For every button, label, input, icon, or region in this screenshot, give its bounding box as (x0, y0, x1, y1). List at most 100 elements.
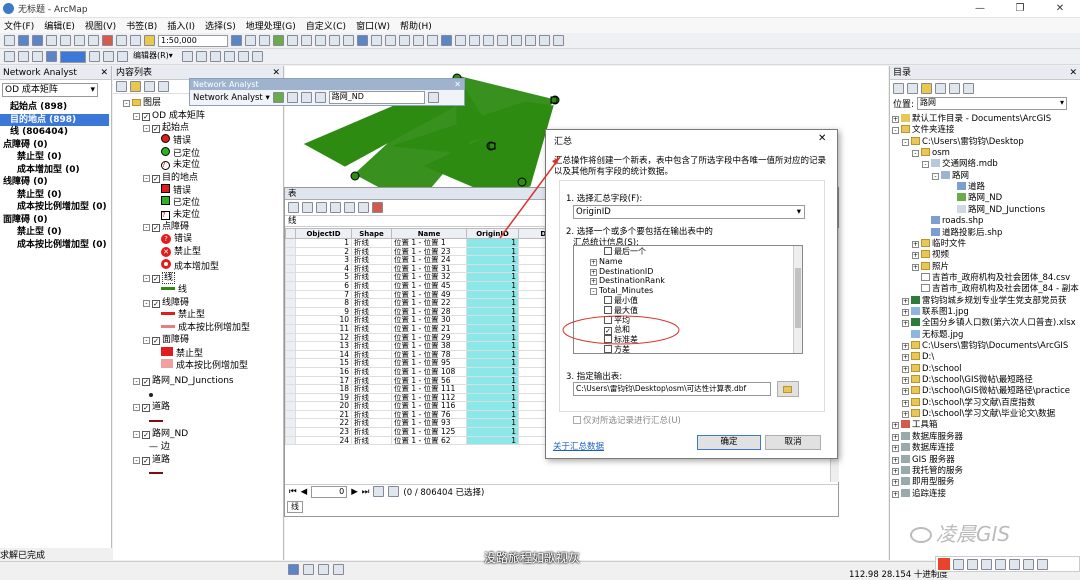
statistic-item[interactable]: - Total_Minutes (590, 286, 653, 296)
statistic-checkbox[interactable] (604, 296, 612, 304)
switch-selection-icon[interactable] (330, 202, 341, 213)
toc-layer-item[interactable]: - 图层 (123, 97, 161, 109)
na-class-item[interactable]: 线 (806404) (0, 126, 111, 139)
network-dataset-combo[interactable]: 路网_ND (328, 91, 425, 104)
prev-record-icon[interactable]: ◀ (301, 487, 308, 497)
expand-toggle-icon[interactable]: + (902, 388, 909, 396)
identify-icon[interactable] (455, 35, 466, 46)
record-number-input[interactable]: 0 (311, 485, 348, 498)
menu-item[interactable]: 地理处理(G) (246, 19, 296, 32)
data-view-icon[interactable] (288, 564, 299, 575)
catalog-item[interactable]: 路网_ND (948, 193, 1002, 204)
menu-item[interactable]: 编辑(E) (44, 19, 75, 32)
copy-icon[interactable] (74, 35, 85, 46)
sketch-tool-icon[interactable] (196, 51, 207, 62)
catalog-forward-icon[interactable] (907, 82, 918, 94)
catalog-item[interactable]: - osm (912, 148, 950, 159)
layer-visibility-checkbox[interactable]: ✓ (152, 125, 160, 133)
expand-toggle-icon[interactable]: + (892, 445, 899, 453)
column-header[interactable]: Shape (351, 228, 392, 239)
row-selector[interactable] (285, 255, 296, 265)
na-class-item[interactable]: 禁止型 (0) (0, 151, 111, 164)
catalog-item[interactable]: + 照片 (912, 261, 949, 273)
end-point-arc-icon[interactable] (224, 51, 235, 62)
layer-visibility-checkbox[interactable]: ✓ (142, 113, 150, 121)
toc-legend-item[interactable]: ? 未定位 (161, 159, 200, 171)
catalog-item[interactable]: + 数据库服务器 (892, 431, 963, 443)
ime-punct-icon[interactable] (967, 558, 978, 570)
catalog-item[interactable]: - 交通网络.mdb (922, 159, 998, 170)
catalog-item[interactable]: + 工具箱 (892, 420, 938, 431)
catalog-item[interactable]: + 追踪连接 (892, 488, 946, 500)
row-selector[interactable] (285, 349, 296, 360)
delete-icon[interactable] (102, 35, 113, 46)
catalog-item[interactable]: + 默认工作目录 - Documents\ArcGIS (892, 114, 1051, 125)
expand-toggle-icon[interactable]: - (133, 378, 140, 385)
next-record-icon[interactable]: ▶ (351, 487, 358, 497)
table-icon[interactable] (245, 35, 256, 46)
statistic-item[interactable]: + DestinationRank (590, 276, 665, 286)
row-selector[interactable] (285, 315, 296, 325)
full-extent-icon[interactable] (357, 35, 368, 46)
layout-view-icon[interactable] (303, 564, 314, 575)
zoom-to-selected-icon[interactable] (358, 202, 369, 213)
statistic-item[interactable]: 标准差 (604, 335, 638, 344)
row-selector[interactable] (285, 332, 296, 343)
row-selector[interactable] (285, 306, 296, 317)
na-class-item[interactable]: 目的地点 (898) (0, 113, 109, 126)
redo-icon[interactable] (130, 35, 141, 46)
row-selector[interactable] (285, 401, 296, 411)
statistic-item[interactable]: + Name (590, 257, 623, 266)
statistic-item[interactable]: 最后一个 (604, 247, 646, 256)
row-selector-header[interactable] (285, 228, 296, 239)
na-class-item[interactable]: 成本增加型 (0) (0, 164, 111, 177)
toc-layer-item[interactable]: — 边 (149, 441, 170, 453)
new-icon[interactable] (4, 35, 15, 46)
row-selector[interactable] (285, 289, 296, 300)
ime-mode-icon[interactable] (953, 558, 964, 570)
catalog-item[interactable]: + GIS 服务器 (892, 454, 955, 466)
arrow-tool-icon[interactable] (89, 51, 100, 62)
arctoolbox-icon[interactable] (273, 35, 284, 46)
html-popup-icon[interactable] (469, 35, 480, 46)
ime-emoji-icon[interactable] (981, 558, 992, 570)
row-selector[interactable] (285, 409, 296, 420)
expand-toggle-icon[interactable]: - (143, 300, 150, 307)
location-combo[interactable]: 路网 ▾ (917, 97, 1068, 110)
pan-icon[interactable] (343, 35, 354, 46)
catalog-item[interactable]: + 雷钧钧城乡规划专业学生党支部党员获 (902, 295, 1067, 307)
dialog-close-icon[interactable]: ✕ (818, 133, 826, 144)
create-viewer-icon[interactable] (553, 35, 564, 46)
statistics-scrollbar[interactable] (793, 246, 802, 353)
editor-toolbar-icon[interactable] (231, 35, 242, 46)
statistic-checkbox[interactable] (604, 247, 612, 255)
expand-toggle-icon[interactable]: - (143, 175, 150, 182)
ime-logo-icon[interactable] (938, 558, 950, 570)
catalog-item[interactable]: + D:\school\GIS微帖\最短路径\practice (902, 386, 1070, 397)
expand-toggle-icon[interactable]: - (133, 457, 140, 464)
toc-layer-item[interactable]: - ✓ 目的地点 (143, 172, 198, 184)
print-icon[interactable] (46, 35, 57, 46)
row-selector[interactable] (285, 366, 296, 377)
ime-skin-icon[interactable] (1023, 558, 1034, 570)
catalog-item[interactable]: + D:\school (902, 363, 962, 375)
statistic-checkbox[interactable] (604, 345, 612, 353)
catalog-connect-folder-icon[interactable] (949, 82, 960, 94)
toc-legend-item[interactable]: 成本按比例增加型 (161, 322, 250, 334)
na-layer-combo[interactable]: OD 成本矩阵 ▾ (2, 83, 98, 97)
select-by-attributes-icon[interactable] (316, 202, 327, 213)
statistics-tree[interactable]: 最后一个 + Name + DestinationID + DestinationRank -… (573, 245, 803, 354)
output-table-input[interactable]: C:\Users\雷钧钧\Desktop\osm\可达性计算表.dbf (573, 382, 771, 396)
expand-toggle-icon[interactable]: - (892, 127, 899, 135)
color-icon[interactable] (46, 51, 57, 62)
catalog-item[interactable]: + 数据库连接 (892, 443, 955, 454)
refresh-view-icon[interactable] (318, 564, 329, 575)
list-by-drawing-order-icon[interactable] (116, 81, 127, 92)
catalog-item[interactable]: - C:\Users\雷钧钧\Desktop (902, 136, 1024, 148)
catalog-item[interactable]: 吉首市_政府机构及社会团体_84.csv (912, 272, 1070, 284)
expand-toggle-icon[interactable]: - (143, 125, 150, 132)
statistic-checkbox[interactable] (604, 315, 612, 324)
open-icon[interactable] (18, 35, 29, 46)
menu-item[interactable]: 自定义(C) (306, 19, 346, 32)
layer-visibility-checkbox[interactable]: ✓ (142, 431, 150, 439)
